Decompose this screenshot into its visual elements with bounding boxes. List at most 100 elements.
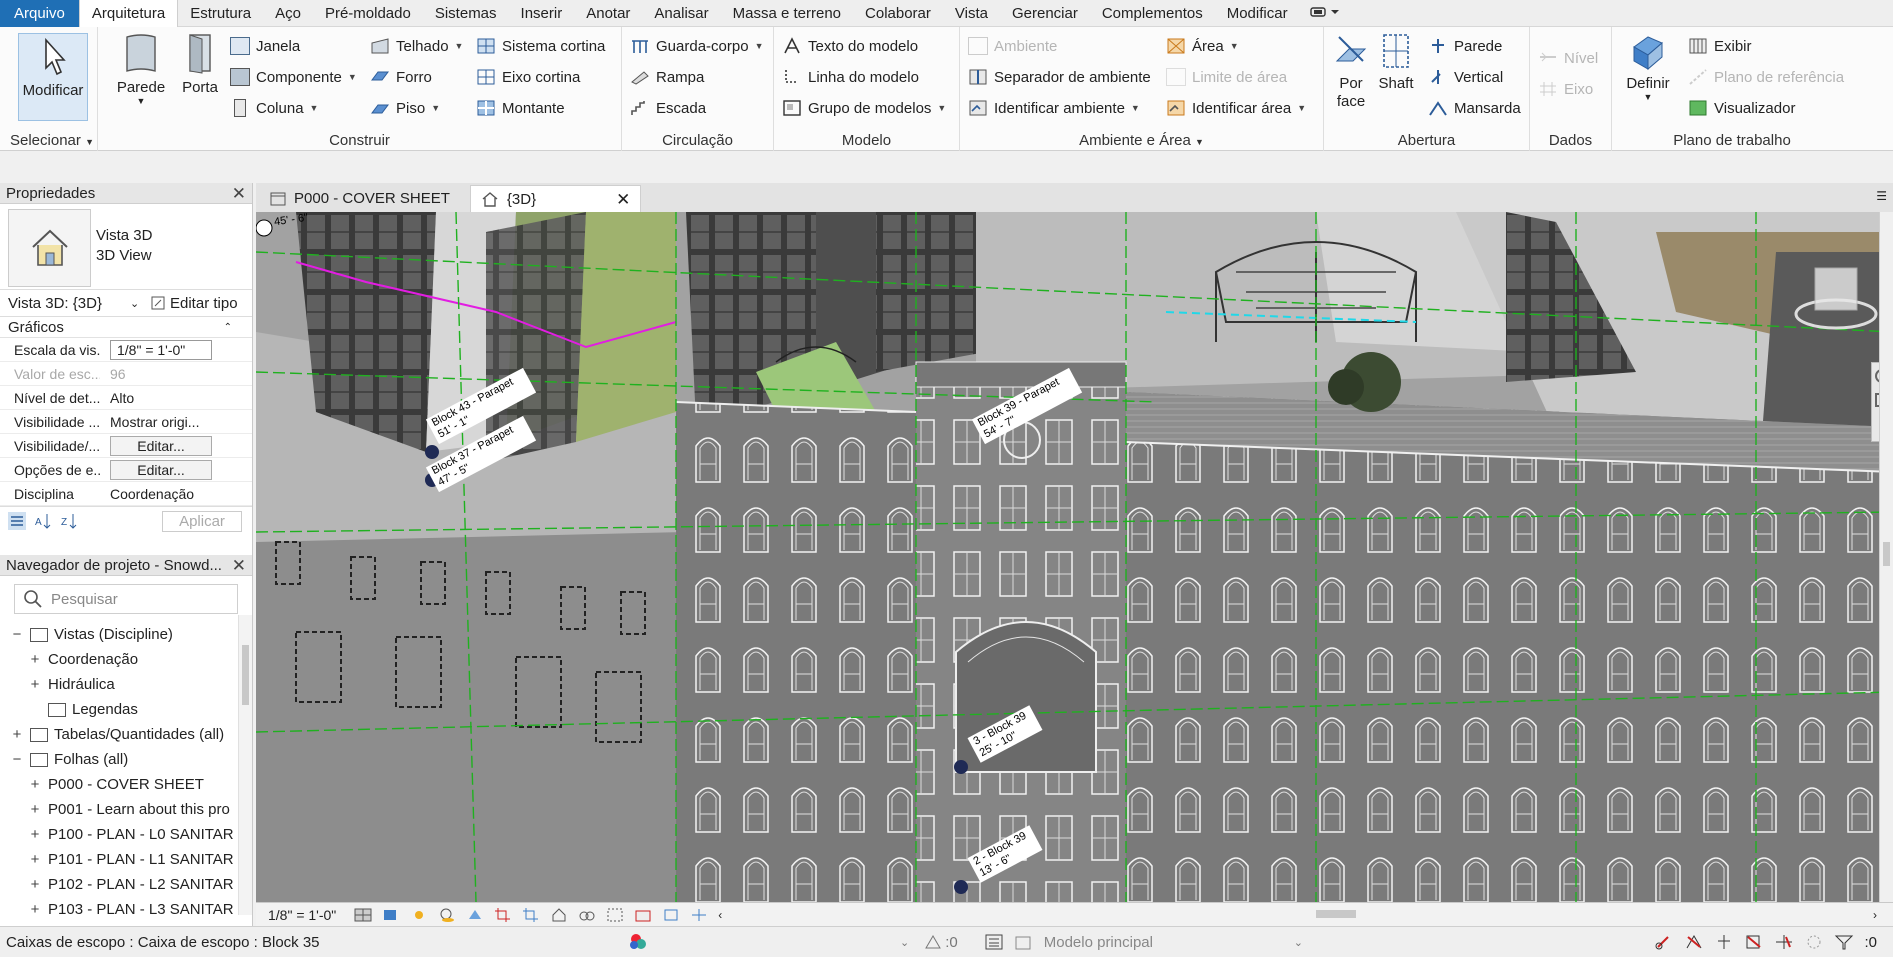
prop-row-detail-level[interactable]: Nível de det... Alto [0,386,252,410]
show-workplane-button[interactable]: Exibir [1688,37,1752,55]
sort-desc-icon[interactable]: Z [60,512,78,530]
tab-anotar[interactable]: Anotar [574,0,642,27]
view-scale[interactable]: 1/8" = 1'-0" [268,907,336,923]
scale-input[interactable]: 1/8" = 1'-0" [100,338,252,361]
sort-asc-icon[interactable]: A [34,512,52,530]
tree-item[interactable]: + P100 - PLAN - L0 SANITAR [0,822,252,847]
vertical-scrollbar[interactable] [1879,212,1893,902]
viewcube[interactable] [1793,262,1879,332]
tab-estrutura[interactable]: Estrutura [178,0,263,27]
expand-icon[interactable]: + [28,772,42,797]
background-process-icon[interactable] [1804,933,1824,951]
worksharing-icon[interactable] [634,907,652,923]
select-underlay-icon[interactable] [1684,933,1704,951]
browser-scrollbar[interactable] [238,615,252,915]
expand-icon[interactable]: + [28,897,42,922]
crop-view-icon[interactable] [494,907,512,923]
expand-icon[interactable]: + [28,647,42,672]
tree-item[interactable]: + P102 - PLAN - L2 SANITAR [0,872,252,897]
tree-item[interactable]: Legendas [0,697,252,722]
tree-item[interactable]: + Hidráulica [0,672,252,697]
expand-icon[interactable]: + [28,822,42,847]
analytical-model-icon[interactable] [662,907,680,923]
collapse-icon[interactable]: − [10,622,24,647]
tag-room-button[interactable]: Identificar ambiente ▼ [968,99,1140,117]
viewer-button[interactable]: Visualizador [1688,99,1795,117]
close-icon[interactable]: ✕ [232,555,246,576]
expand-icon[interactable]: + [28,847,42,872]
by-face-button[interactable]: Por face [1330,31,1372,111]
tab-sistemas[interactable]: Sistemas [423,0,509,27]
tabs-menu-icon[interactable]: ☰ [1876,189,1887,203]
group-title-ambiente-area[interactable]: Ambiente e Área ▼ [960,132,1323,149]
expand-icon[interactable]: + [10,722,24,747]
scroll-right-icon[interactable]: › [1873,908,1877,922]
worksets-icon[interactable] [628,932,650,952]
tab-3d[interactable]: {3D} ✕ [469,185,642,213]
door-button[interactable]: Porta [178,31,222,96]
modify-button[interactable]: Modificar [18,33,88,121]
sun-path-icon[interactable] [410,907,428,923]
ceiling-button[interactable]: Forro [370,68,432,86]
tree-item[interactable]: + P001 - Learn about this pro [0,797,252,822]
tab-colaborar[interactable]: Colaborar [853,0,943,27]
active-model-selector[interactable]: Modelo principal [1044,934,1294,951]
select-pinned-icon[interactable] [1714,933,1734,951]
3d-viewport[interactable]: 45' - 6" Block 43 - Parapet 51' - 1" Blo… [256,212,1893,902]
apply-button[interactable]: Aplicar [162,511,242,532]
design-options-icon[interactable] [984,933,1004,951]
tree-item[interactable]: − Vistas (Discipline) [0,622,252,647]
model-text-button[interactable]: Texto do modelo [782,37,918,55]
mullion-button[interactable]: Montante [476,99,565,117]
tab-arquivo[interactable]: Arquivo [0,0,79,27]
ref-plane-button[interactable]: Plano de referência [1688,68,1844,86]
search-input[interactable]: Pesquisar [14,584,238,614]
tab-massa-terreno[interactable]: Massa e terreno [721,0,853,27]
unlock-3d-icon[interactable] [550,907,568,923]
floor-button[interactable]: Piso ▼ [370,99,440,117]
tab-inserir[interactable]: Inserir [509,0,575,27]
column-button[interactable]: Coluna ▼ [230,99,318,117]
model-group-button[interactable]: Grupo de modelos ▼ [782,99,946,117]
set-workplane-button[interactable]: Definir ▼ [1620,31,1676,102]
group-title-selecionar[interactable]: Selecionar ▼ [0,132,97,149]
editing-requests-icon[interactable] [923,932,945,952]
model-line-button[interactable]: Linha do modelo [782,68,919,86]
wall-opening-button[interactable]: Parede [1428,37,1502,55]
section-graficos[interactable]: Gráficos ⌃ [0,317,252,338]
crop-region-icon[interactable] [522,907,540,923]
tab-complementos[interactable]: Complementos [1090,0,1215,27]
tree-item[interactable]: + P000 - COVER SHEET [0,772,252,797]
tree-item[interactable]: + P101 - PLAN - L1 SANITAR [0,847,252,872]
expand-icon[interactable]: + [28,872,42,897]
close-icon[interactable]: ✕ [616,186,630,213]
select-by-face-icon[interactable] [1744,933,1764,951]
room-separator-button[interactable]: Separador de ambiente [968,68,1151,86]
select-links-icon[interactable] [1654,933,1674,951]
tree-item[interactable]: + Tabelas/Quantidades (all) [0,722,252,747]
prop-row-discipline[interactable]: Disciplina Coordenação [0,482,252,506]
drag-elements-icon[interactable] [1774,933,1794,951]
collapse-icon[interactable]: − [10,747,24,772]
close-icon[interactable]: ✕ [232,183,246,204]
ramp-button[interactable]: Rampa [630,68,704,86]
edit-display-button[interactable]: Editar... [100,458,252,481]
railing-button[interactable]: Guarda-corpo ▼ [630,37,763,55]
tab-gerenciar[interactable]: Gerenciar [1000,0,1090,27]
grid-button[interactable]: Eixo [1538,80,1593,98]
tab-aco[interactable]: Aço [263,0,313,27]
highlight-displacement-icon[interactable] [690,907,708,923]
render-icon[interactable] [466,907,484,923]
tree-item[interactable]: − Folhas (all) [0,747,252,772]
visual-style-icon[interactable] [382,907,400,923]
prop-row-visibility[interactable]: Visibilidade ... Mostrar origi... [0,410,252,434]
edit-vg-button[interactable]: Editar... [100,434,252,457]
curtain-grid-button[interactable]: Eixo cortina [476,68,580,86]
horizontal-scrollbar-thumb[interactable] [1316,910,1356,918]
categorize-icon[interactable] [8,512,26,530]
dormer-button[interactable]: Mansarda [1428,99,1521,117]
room-button[interactable]: Ambiente [968,37,1057,55]
tab-cover-sheet[interactable]: P000 - COVER SHEET [260,185,460,212]
edit-type-button[interactable]: Editar tipo [150,295,238,312]
wall-button[interactable]: Parede ▼ [116,31,166,106]
